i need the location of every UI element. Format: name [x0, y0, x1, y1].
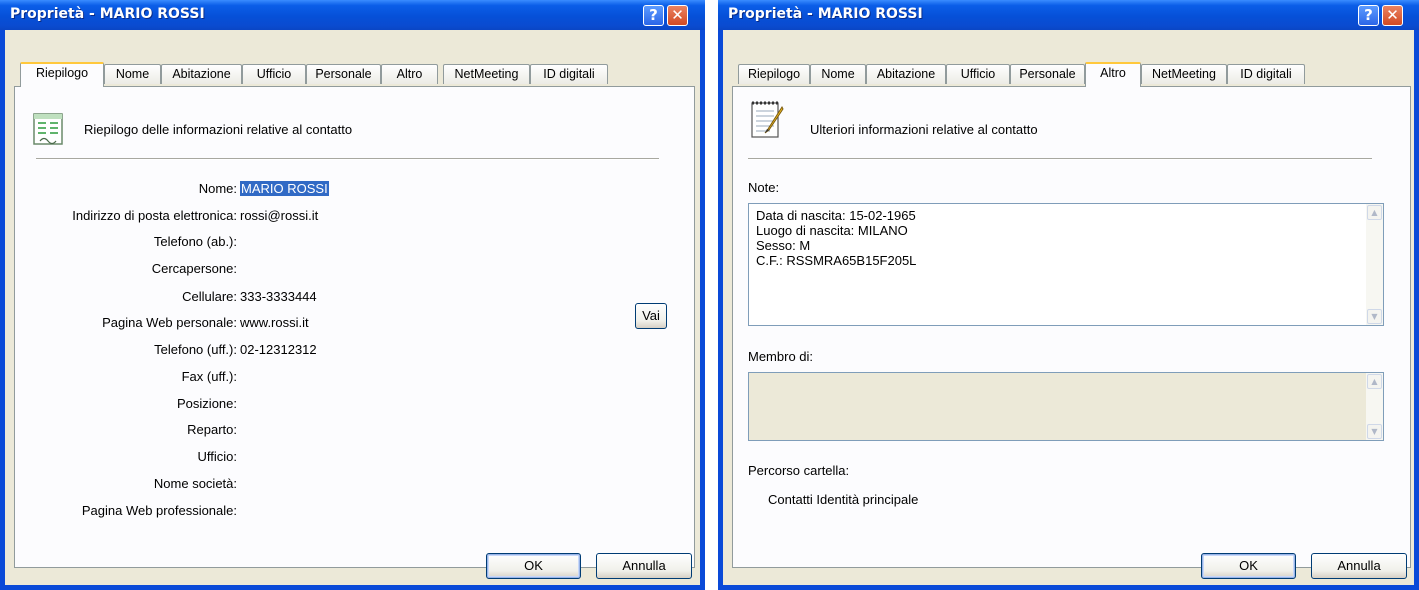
close-icon: ✕	[1386, 6, 1399, 24]
field-value-mobile[interactable]: 333-3333444	[240, 289, 317, 304]
contact-card-icon	[33, 113, 63, 145]
notes-line: C.F.: RSSMRA65B15F205L	[756, 253, 917, 268]
tab-ufficio[interactable]: Ufficio	[242, 64, 306, 84]
tab-nome[interactable]: Nome	[104, 64, 161, 84]
tab-ufficio[interactable]: Ufficio	[946, 64, 1010, 84]
tab-panel-riepilogo: Riepilogo delle informazioni relative al…	[14, 86, 695, 568]
member-label: Membro di:	[748, 349, 814, 364]
title-bar[interactable]: Proprietà - MARIO ROSSI ? ✕	[0, 0, 705, 30]
scroll-down-icon[interactable]: ▼	[1367, 309, 1382, 324]
notes-line: Luogo di nascita: MILANO	[756, 223, 908, 238]
tab-netmeeting[interactable]: NetMeeting	[1141, 64, 1227, 84]
notepad-pencil-icon	[751, 101, 784, 138]
tab-panel-altro: Ulteriori informazioni relative al conta…	[732, 86, 1411, 568]
field-label: Posizione:	[177, 396, 237, 411]
tab-abitazione[interactable]: Abitazione	[866, 64, 946, 84]
tab-riepilogo[interactable]: Riepilogo	[738, 64, 810, 84]
title-bar[interactable]: Proprietà - MARIO ROSSI ? ✕	[718, 0, 1419, 30]
field-label: Cercapersone:	[151, 261, 237, 276]
help-button[interactable]: ?	[643, 5, 664, 26]
field-label: Cellulare:	[182, 289, 237, 304]
tab-personale[interactable]: Personale	[1010, 64, 1085, 84]
notes-textarea[interactable]: Data di nascita: 15-02-1965 Luogo di nasc…	[748, 203, 1384, 326]
header-separator	[748, 158, 1372, 160]
field-label: Reparto:	[187, 422, 237, 437]
header-separator	[36, 158, 659, 160]
help-icon: ?	[649, 6, 658, 24]
tab-netmeeting[interactable]: NetMeeting	[443, 64, 530, 84]
field-label: Pagina Web professionale:	[81, 503, 237, 518]
scroll-up-icon[interactable]: ▲	[1367, 374, 1382, 389]
field-label: Telefono (ab.):	[153, 234, 237, 249]
tab-altro[interactable]: Altro	[1085, 62, 1141, 87]
properties-dialog-summary: Proprietà - MARIO ROSSI ? ✕ Riepilogo No…	[0, 0, 705, 590]
tab-riepilogo[interactable]: Riepilogo	[20, 62, 104, 87]
tab-altro[interactable]: Altro	[381, 64, 438, 84]
field-label: Pagina Web personale:	[102, 315, 237, 330]
help-icon: ?	[1364, 6, 1373, 24]
field-label: Telefono (uff.):	[154, 342, 237, 357]
field-label: Nome società:	[153, 476, 237, 491]
scroll-up-icon[interactable]: ▲	[1367, 205, 1382, 220]
notes-line: Sesso: M	[756, 238, 811, 253]
folder-path-label: Percorso cartella:	[748, 463, 850, 478]
window-title: Proprietà - MARIO ROSSI	[10, 6, 205, 22]
notes-text: Data di nascita: 15-02-1965 Luogo di nasc…	[756, 208, 916, 268]
field-value-name[interactable]: MARIO ROSSI	[240, 181, 329, 196]
tab-id-digitali[interactable]: ID digitali	[530, 64, 608, 84]
ok-button[interactable]: OK	[1201, 553, 1296, 579]
tab-abitazione[interactable]: Abitazione	[161, 64, 242, 84]
notes-scrollbar[interactable]: ▲ ▼	[1366, 204, 1383, 325]
notes-line: Data di nascita: 15-02-1965	[756, 208, 916, 223]
vai-button[interactable]: Vai	[635, 303, 667, 329]
member-list[interactable]: ▲ ▼	[748, 372, 1384, 441]
tab-personale[interactable]: Personale	[306, 64, 381, 84]
notes-label: Note:	[748, 180, 780, 195]
field-value-work-phone[interactable]: 02-12312312	[240, 342, 317, 357]
field-value-email[interactable]: rossi@rossi.it	[240, 208, 318, 223]
field-value-personal-web[interactable]: www.rossi.it	[240, 315, 309, 330]
dialog-body: Riepilogo Nome Abitazione Ufficio Person…	[723, 30, 1414, 585]
properties-dialog-other: Proprietà - MARIO ROSSI ? ✕ Riepilogo No…	[718, 0, 1419, 590]
field-label: Fax (uff.):	[181, 369, 237, 384]
field-label: Nome:	[198, 181, 237, 196]
field-label: Indirizzo di posta elettronica:	[72, 208, 237, 223]
window-title: Proprietà - MARIO ROSSI	[728, 6, 923, 22]
member-scrollbar[interactable]: ▲ ▼	[1366, 373, 1383, 440]
tab-nome[interactable]: Nome	[810, 64, 866, 84]
help-button[interactable]: ?	[1358, 5, 1379, 26]
ok-button[interactable]: OK	[486, 553, 581, 579]
close-icon: ✕	[671, 6, 684, 24]
section-header: Ulteriori informazioni relative al conta…	[810, 122, 1038, 137]
dialog-body: Riepilogo Nome Abitazione Ufficio Person…	[5, 30, 700, 585]
tab-id-digitali[interactable]: ID digitali	[1227, 64, 1305, 84]
close-button[interactable]: ✕	[667, 5, 688, 26]
cancel-button[interactable]: Annulla	[1311, 553, 1407, 579]
close-button[interactable]: ✕	[1382, 5, 1403, 26]
folder-path-value: Contatti Identità principale	[768, 492, 919, 507]
scroll-down-icon[interactable]: ▼	[1367, 424, 1382, 439]
cancel-button[interactable]: Annulla	[596, 553, 692, 579]
field-label: Ufficio:	[197, 449, 238, 464]
section-header: Riepilogo delle informazioni relative al…	[84, 122, 353, 137]
